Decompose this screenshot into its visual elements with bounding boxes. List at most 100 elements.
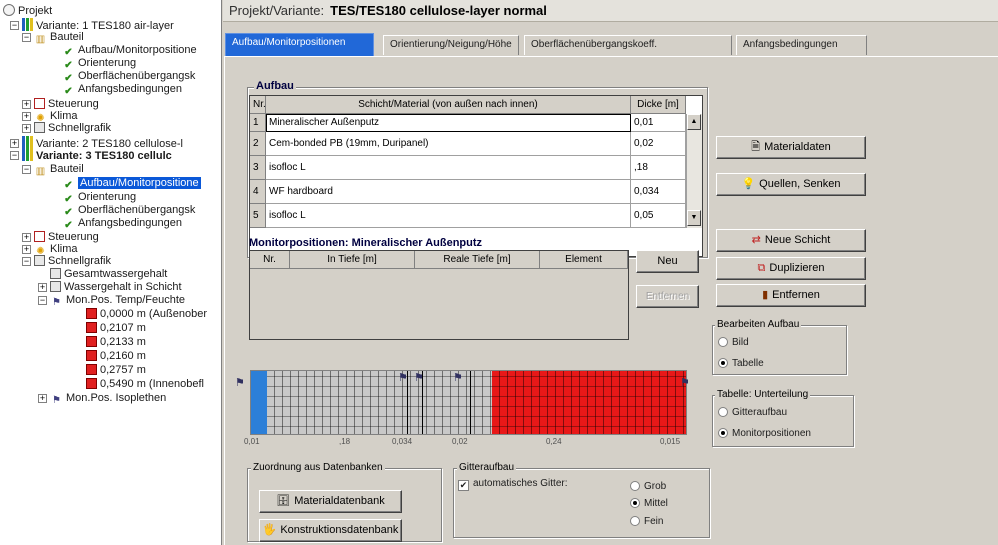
expander-icon[interactable]: + xyxy=(38,283,47,292)
radio-tabelle[interactable]: Tabelle xyxy=(718,357,764,370)
expander-icon[interactable]: + xyxy=(38,394,47,403)
tree-v1-aufbau[interactable]: ✔ Aufbau/Monitorpositione xyxy=(62,43,196,58)
cell-dicke[interactable]: 0,05 xyxy=(631,204,686,228)
aufbau-scrollbar[interactable]: ▲ ▼ xyxy=(686,114,702,228)
radio-fein[interactable]: Fein xyxy=(630,515,663,528)
tree-v3-oberfl[interactable]: ✔ Oberflächenübergangsk xyxy=(62,203,195,218)
expander-icon[interactable]: + xyxy=(10,139,19,148)
expander-icon[interactable]: − xyxy=(10,21,19,30)
cell-dicke[interactable]: 0,034 xyxy=(631,180,686,204)
cell-dicke[interactable]: 0,02 xyxy=(631,132,686,156)
cell-material[interactable]: WF hardboard xyxy=(266,180,631,204)
expander-icon[interactable]: − xyxy=(22,257,31,266)
chart-icon xyxy=(34,122,45,133)
tab-oberflaeche[interactable]: Oberflächenübergangskoeff. xyxy=(524,35,732,55)
tab-orientierung[interactable]: Orientierung/Neigung/Höhe xyxy=(383,35,519,55)
konstruktionsdatenbank-button[interactable]: 🖐 Konstruktionsdatenbank xyxy=(259,519,402,542)
tree-v1-anfang[interactable]: ✔ Anfangsbedingungen xyxy=(62,82,182,97)
wall-icon: ▥ xyxy=(35,34,46,45)
cell-dicke[interactable]: ,18 xyxy=(631,156,686,180)
tree-gesamt[interactable]: Gesamtwassergehalt xyxy=(50,267,167,281)
tree-mon-3[interactable]: 0,2133 m xyxy=(86,335,146,349)
radio-grob[interactable]: Grob xyxy=(630,480,666,493)
tree-mon-2[interactable]: 0,2107 m xyxy=(86,321,146,335)
scroll-down-icon[interactable]: ▼ xyxy=(687,210,701,226)
tab-aufbau[interactable]: Aufbau/Monitorpositionen xyxy=(225,33,374,56)
quellen-senken-button[interactable]: 💡 Quellen, Senken xyxy=(716,173,866,196)
title-value: TES/TES180 cellulose-layer normal xyxy=(330,3,547,18)
duplizieren-label: Duplizieren xyxy=(769,262,825,274)
document-icon: 🗎 xyxy=(751,141,761,153)
tree-v3-anfang[interactable]: ✔ Anfangsbedingungen xyxy=(62,216,182,231)
entfernen-monitor-button[interactable]: Entfernen xyxy=(636,285,699,308)
radio-gitteraufbau[interactable]: Gitteraufbau xyxy=(718,406,787,419)
tree-mon-6[interactable]: 0,5490 m (Innenobefl xyxy=(86,377,204,391)
sensor-icon[interactable]: ⚑ xyxy=(235,376,245,389)
tree-mon-1[interactable]: 0,0000 m (Außenober xyxy=(86,307,207,321)
cell-material[interactable]: Mineralischer Außenputz xyxy=(266,114,631,132)
layer-red[interactable] xyxy=(492,371,686,434)
tree-mon-5[interactable]: 0,2757 m xyxy=(86,363,146,377)
expander-icon[interactable]: − xyxy=(22,165,31,174)
tree-v3-aufbau[interactable]: ✔ Aufbau/Monitorpositione xyxy=(62,176,201,191)
expander-icon[interactable]: + xyxy=(22,100,31,109)
monitor-icon: ⚑ xyxy=(52,395,61,406)
row-nr: 4 xyxy=(250,180,266,204)
monitor-table[interactable]: Nr. In Tiefe [m] Reale Tiefe [m] Element xyxy=(249,250,629,340)
radio-mittel[interactable]: Mittel xyxy=(630,497,668,510)
tree-variant-3[interactable]: Variante: 3 TES180 cellulc xyxy=(22,148,172,162)
variant-titlebar: Projekt/Variante: TES/TES180 cellulose-la… xyxy=(223,0,998,22)
tree-v1-orient[interactable]: ✔ Orienterung xyxy=(62,56,136,71)
duplizieren-button[interactable]: ⧉ Duplizieren xyxy=(716,257,866,280)
cell-material[interactable]: isofloc L xyxy=(266,156,631,180)
sources-icon: 💡 xyxy=(741,178,756,190)
tree-root[interactable]: Projekt xyxy=(3,4,52,18)
tree-wasser[interactable]: Wassergehalt in Schicht xyxy=(50,280,182,294)
expander-icon[interactable]: + xyxy=(22,112,31,121)
tree-mon-4[interactable]: 0,2160 m xyxy=(86,349,146,363)
radio-bild[interactable]: Bild xyxy=(718,336,749,349)
tab-anfang[interactable]: Anfangsbedingungen xyxy=(736,35,867,55)
expander-icon[interactable]: + xyxy=(22,245,31,254)
tree-v3-bauteil[interactable]: ▥ Bauteil xyxy=(34,162,84,177)
materialdatenbank-button[interactable]: 🗄 Materialdatenbank xyxy=(259,490,402,513)
auto-grid-checkbox[interactable]: ✔ automatisches Gitter: xyxy=(458,477,567,491)
scroll-up-icon[interactable]: ▲ xyxy=(687,114,701,130)
expander-icon[interactable]: + xyxy=(22,233,31,242)
expander-icon[interactable]: − xyxy=(38,296,47,305)
radio-fein-label: Fein xyxy=(644,516,664,527)
tree-v1-schnell[interactable]: Schnellgrafik xyxy=(34,121,111,135)
tree-v1-oberfl[interactable]: ✔ Oberflächenübergangsk xyxy=(62,69,195,84)
neue-schicht-button[interactable]: ⇄ Neue Schicht xyxy=(716,229,866,252)
expander-icon[interactable]: − xyxy=(10,151,19,160)
variant-icon xyxy=(22,18,33,31)
sensor-icon[interactable]: ⚑ xyxy=(398,371,408,384)
cell-material[interactable]: isofloc L xyxy=(266,204,631,228)
cell-material[interactable]: Cem-bonded PB (19mm, Duripanel) xyxy=(266,132,631,156)
tree-isopl[interactable]: ⚑ Mon.Pos. Isoplethen xyxy=(50,391,166,406)
tick-label: ,18 xyxy=(339,437,351,446)
control-icon xyxy=(34,231,45,242)
sensor-icon[interactable]: ⚑ xyxy=(680,376,690,389)
expander-icon[interactable]: + xyxy=(22,124,31,133)
sensor-icon[interactable]: ⚑ xyxy=(453,371,463,384)
tree-v3-orient[interactable]: ✔ Orienterung xyxy=(62,190,136,205)
radio-monitorpositionen[interactable]: Monitorpositionen xyxy=(718,427,811,440)
chart-icon xyxy=(50,281,61,292)
tree-v1-bauteil[interactable]: ▥ Bauteil xyxy=(34,30,84,45)
sensor-icon[interactable]: ⚑ xyxy=(414,371,424,384)
materialdaten-button[interactable]: 🗎 Materialdaten xyxy=(716,136,866,159)
expander-icon[interactable]: − xyxy=(22,33,31,42)
cell-dicke[interactable]: 0,01 xyxy=(631,114,686,132)
neu-button[interactable]: Neu xyxy=(636,250,699,273)
tick-label: 0,034 xyxy=(392,437,413,446)
tree-v3-schnell[interactable]: Schnellgrafik xyxy=(34,254,111,268)
bearbeiten-title: Bearbeiten Aufbau xyxy=(715,318,802,331)
tree-monpos[interactable]: ⚑ Mon.Pos. Temp/Feuchte xyxy=(50,293,185,308)
entfernen-button[interactable]: ▮ Entfernen xyxy=(716,284,866,307)
layer-plaster[interactable] xyxy=(251,371,267,434)
zuordnung-title: Zuordnung aus Datenbanken xyxy=(251,461,385,474)
project-tree[interactable]: Projekt − Variante: 1 TES180 air-layer −… xyxy=(0,0,222,545)
aufbau-table[interactable]: Nr. Schicht/Material (von außen nach inn… xyxy=(249,95,703,257)
layer-visualization[interactable] xyxy=(250,370,687,435)
